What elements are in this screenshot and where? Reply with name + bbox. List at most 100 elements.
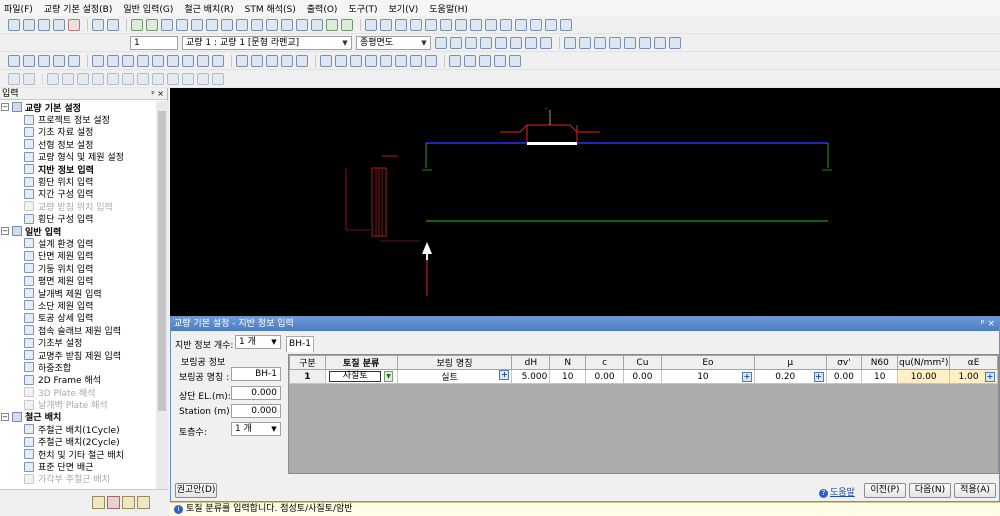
excel-icon[interactable] bbox=[530, 18, 542, 31]
tree-item[interactable]: 기초 자료 설정 bbox=[0, 126, 156, 138]
snap-icon[interactable] bbox=[509, 54, 521, 67]
menu-item[interactable]: 파일(F) bbox=[4, 2, 33, 15]
earthwork-icon[interactable] bbox=[251, 18, 263, 31]
soil-type-cell[interactable]: 사질토 ▼ bbox=[324, 369, 398, 384]
polyline-icon[interactable] bbox=[335, 54, 347, 67]
tree-item[interactable]: 소단 제원 입력 bbox=[0, 299, 156, 312]
draw-tool-icon[interactable] bbox=[564, 36, 576, 49]
load-combo-icon[interactable] bbox=[311, 18, 323, 31]
zoom-in-icon[interactable] bbox=[92, 54, 104, 67]
edit-tool-icon[interactable] bbox=[212, 72, 224, 85]
n60-cell[interactable]: 10 bbox=[861, 369, 899, 384]
pin-close-icon[interactable]: ᵖ × bbox=[981, 317, 995, 331]
scrollbar-thumb[interactable] bbox=[158, 111, 166, 411]
page-number-input[interactable]: 1 bbox=[130, 35, 178, 50]
apply-button[interactable]: 적용(A) bbox=[954, 483, 996, 498]
collapse-icon[interactable]: − bbox=[1, 412, 9, 421]
tree-item[interactable]: 프로젝트 정보 설정 bbox=[0, 113, 156, 126]
open-file-icon[interactable] bbox=[23, 18, 35, 31]
bridge-select[interactable]: 교량 1 : 교량 1 [문형 라멘교] ▼ bbox=[182, 35, 352, 50]
standard-section-icon[interactable] bbox=[410, 18, 422, 31]
refresh-icon[interactable] bbox=[540, 36, 552, 49]
zoom-all-icon[interactable] bbox=[137, 54, 149, 67]
c-cell[interactable]: 0.00 bbox=[585, 369, 624, 384]
drawing-tab-icon[interactable] bbox=[122, 496, 135, 509]
layer-icon[interactable] bbox=[38, 54, 50, 67]
zoom-dynamic-icon[interactable] bbox=[182, 54, 194, 67]
menu-item[interactable]: 도구(T) bbox=[348, 2, 377, 15]
menu-item[interactable]: 보기(V) bbox=[389, 2, 419, 15]
tree-group[interactable]: − 교량 기본 설정 bbox=[0, 101, 156, 114]
select-icon[interactable] bbox=[8, 54, 20, 67]
drawing-output-icon[interactable] bbox=[485, 18, 497, 31]
folder-icon[interactable] bbox=[92, 496, 105, 509]
stm-model-icon[interactable] bbox=[455, 18, 467, 31]
recommend-button[interactable]: 권고안(D) bbox=[175, 483, 217, 498]
n-cell[interactable]: 10 bbox=[549, 369, 587, 384]
plate-analysis-icon[interactable] bbox=[341, 18, 353, 31]
tree-item[interactable]: 주철근 배치(1Cycle) bbox=[0, 423, 156, 436]
snap-icon[interactable] bbox=[479, 54, 491, 67]
qu-cell[interactable]: 10.00 bbox=[897, 369, 951, 384]
draw-tool-icon[interactable] bbox=[609, 36, 621, 49]
prev-button[interactable]: 이전(P) bbox=[864, 483, 906, 498]
plus-icon[interactable]: + bbox=[985, 371, 995, 382]
undo-icon[interactable] bbox=[8, 72, 20, 85]
print-preview-icon[interactable] bbox=[107, 18, 119, 31]
draw-tool-icon[interactable] bbox=[639, 36, 651, 49]
step-forward-icon[interactable] bbox=[495, 36, 507, 49]
tree-item[interactable]: 날개벽 Plate 해석 bbox=[0, 398, 156, 411]
dimension-icon[interactable] bbox=[296, 54, 308, 67]
bridge-settings-icon[interactable] bbox=[131, 18, 143, 31]
ground-info-icon[interactable] bbox=[146, 18, 158, 31]
tree-item[interactable]: 횡단 위치 입력 bbox=[0, 175, 156, 188]
next-icon[interactable] bbox=[510, 36, 522, 49]
zoom-out-icon[interactable] bbox=[107, 54, 119, 67]
hatch-icon[interactable] bbox=[425, 54, 437, 67]
output-tab-icon[interactable] bbox=[137, 496, 150, 509]
step-back-icon[interactable] bbox=[465, 36, 477, 49]
edit-tool-icon[interactable] bbox=[152, 72, 164, 85]
input-tab-icon[interactable] bbox=[107, 496, 120, 509]
tree-item[interactable]: 교량 받침 위치 입력 bbox=[0, 200, 156, 213]
layer-icon[interactable] bbox=[53, 54, 65, 67]
tools-icon[interactable] bbox=[545, 18, 557, 31]
edit-tool-icon[interactable] bbox=[197, 72, 209, 85]
tree-item[interactable]: 헌치 및 기타 철근 배치 bbox=[0, 448, 156, 461]
new-file-icon[interactable] bbox=[8, 18, 20, 31]
layer-icon[interactable] bbox=[68, 54, 80, 67]
drawing-canvas[interactable]: — bbox=[170, 88, 1000, 316]
draw-tool-icon[interactable] bbox=[624, 36, 636, 49]
plus-icon[interactable]: + bbox=[813, 371, 824, 382]
tree-scrollbar[interactable] bbox=[156, 101, 168, 489]
collapse-icon[interactable]: − bbox=[1, 103, 9, 112]
boring-name-input[interactable]: BH-1 bbox=[231, 367, 281, 381]
dimension-icon[interactable] bbox=[266, 54, 278, 67]
circle-icon[interactable] bbox=[365, 54, 377, 67]
report-output-icon[interactable] bbox=[500, 18, 512, 31]
count-select[interactable]: 1 개 ▼ bbox=[235, 335, 281, 349]
view-select[interactable]: 종평면도 ▼ bbox=[356, 35, 431, 50]
cross-icon[interactable] bbox=[350, 54, 362, 67]
ae-cell[interactable]: 1.00 + bbox=[949, 369, 998, 384]
plus-icon[interactable]: + bbox=[742, 371, 753, 382]
tree-item[interactable]: 지반 정보 입력 bbox=[0, 163, 156, 176]
tree-item[interactable]: 선형 정보 설정 bbox=[0, 138, 156, 151]
tree-item[interactable]: 기둥 위치 입력 bbox=[0, 262, 156, 275]
tree-group[interactable]: − 일반 입력 bbox=[0, 225, 156, 238]
next-button[interactable]: 다음(N) bbox=[909, 483, 951, 498]
pin-close-icon[interactable]: ᵖ × bbox=[151, 88, 164, 100]
cu-cell[interactable]: 0.00 bbox=[623, 369, 662, 384]
collapse-icon[interactable]: − bbox=[1, 227, 9, 236]
zoom-window-icon[interactable] bbox=[122, 54, 134, 67]
dimension-icon[interactable] bbox=[236, 54, 248, 67]
zoom-previous-icon[interactable] bbox=[152, 54, 164, 67]
tree-item[interactable]: 토공 상세 입력 bbox=[0, 312, 156, 324]
tree-item[interactable]: 날개벽 제원 입력 bbox=[0, 287, 156, 300]
column-icon[interactable] bbox=[191, 18, 203, 31]
tab-bh-1[interactable]: BH-1 bbox=[286, 336, 314, 352]
tree-item[interactable]: 표준 단면 배근 bbox=[0, 460, 156, 473]
print-icon[interactable] bbox=[92, 18, 104, 31]
menu-item[interactable]: 도움말(H) bbox=[429, 2, 468, 15]
draw-tool-icon[interactable] bbox=[579, 36, 591, 49]
